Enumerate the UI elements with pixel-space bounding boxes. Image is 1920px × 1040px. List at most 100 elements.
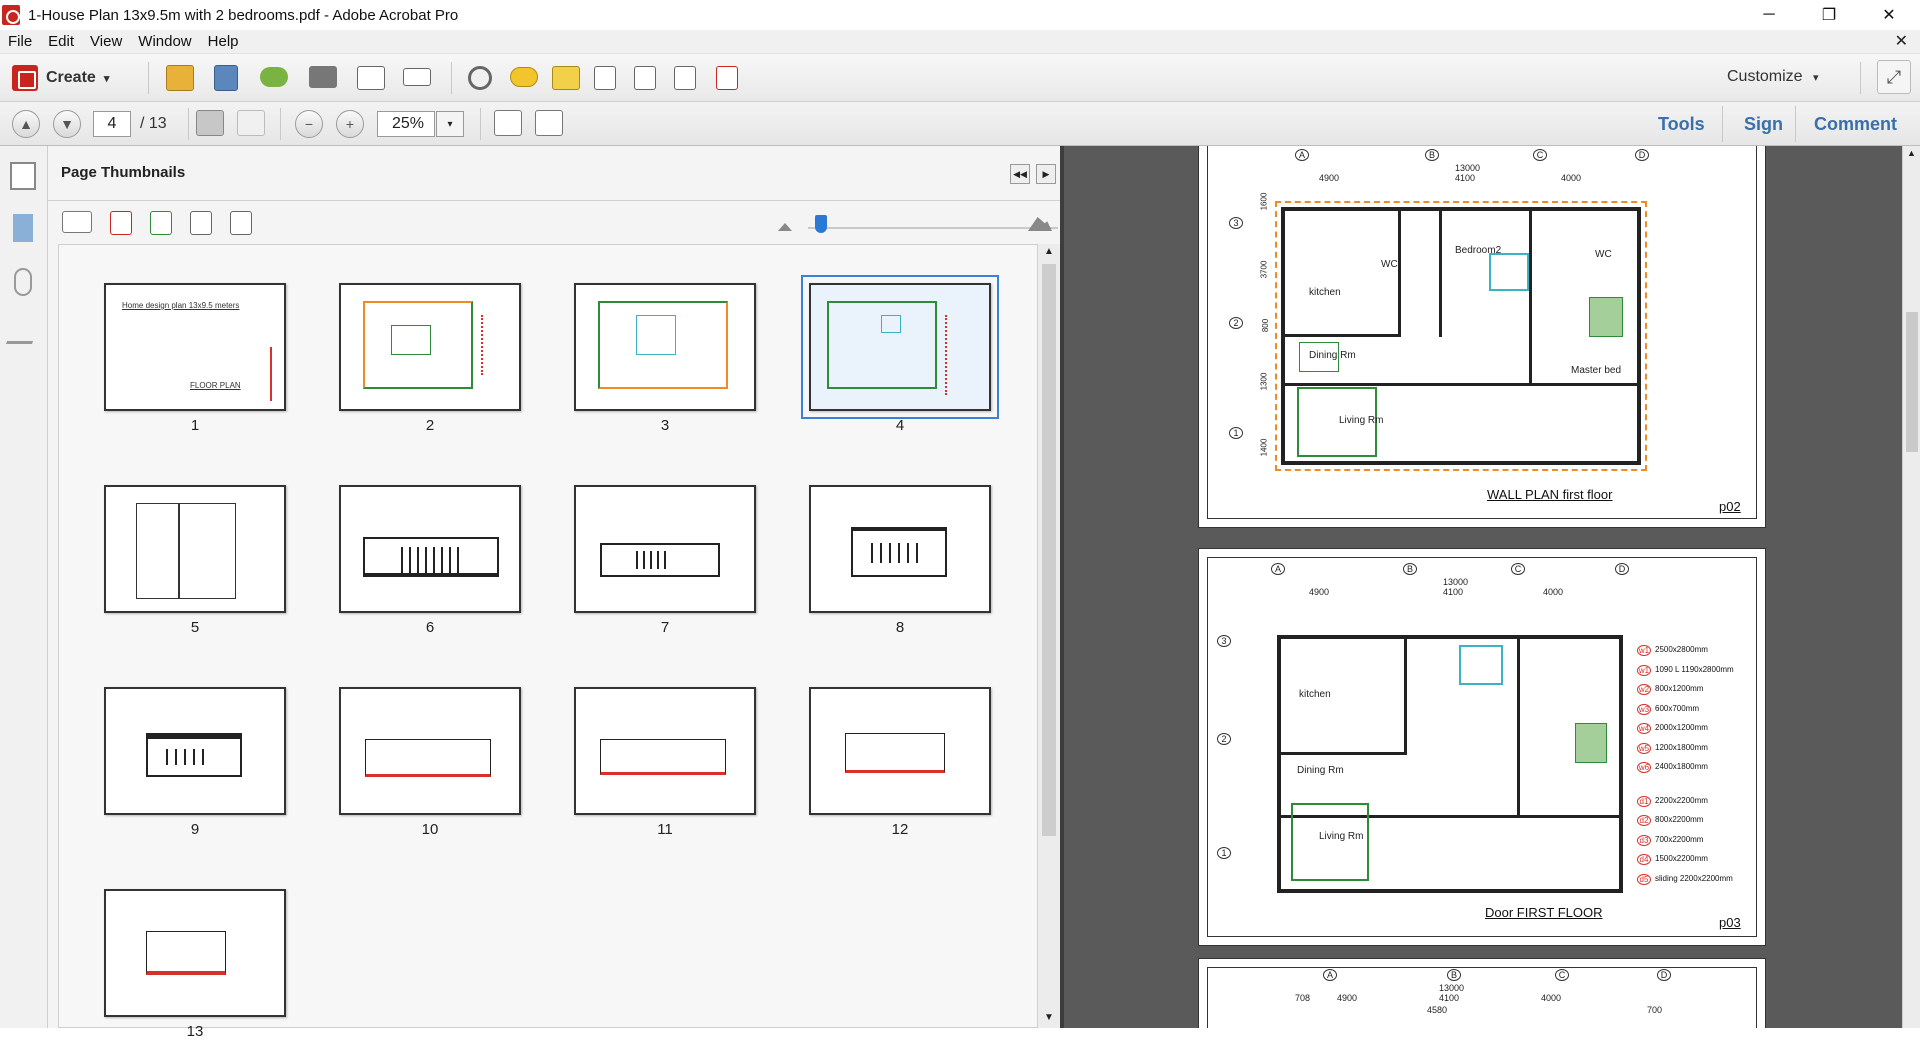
hand-tool-icon[interactable] [237,110,265,136]
thumbnail-size-slider[interactable] [808,227,1058,229]
bookmark-icon[interactable] [13,214,33,242]
zoom-dropdown-button[interactable]: ▾ [436,111,464,137]
highlight-text-icon[interactable] [552,66,580,90]
edit-document-icon[interactable] [357,66,385,90]
panel-splitter[interactable] [1060,146,1064,1028]
scroll-thumb[interactable] [1042,264,1056,836]
customize-button[interactable]: Customize ▾ [1727,68,1819,86]
dimension-label: 800 [1261,318,1271,333]
document-view[interactable]: Bedroom2 kitchen WC WC Dining Rm Master … [1060,146,1902,1028]
thumbnail-page-9[interactable] [104,687,286,815]
grid-marker: D [1657,969,1671,981]
tools-pane-button[interactable]: Tools [1658,114,1705,135]
close-document-button[interactable]: ✕ [1895,31,1908,51]
room-label: kitchen [1309,287,1341,298]
plan-bed [1459,645,1503,685]
collapse-panel-button[interactable]: ◀◀ [1010,164,1030,184]
options-menu-icon[interactable] [62,211,92,233]
thumbnail-page-6[interactable] [339,485,521,613]
legend-code: d3 [1637,834,1651,846]
zoom-level-input[interactable]: 25% [377,111,435,137]
thumbnail-page-13[interactable] [104,889,286,1017]
panel-next-button[interactable]: ▶ [1036,164,1056,184]
full-screen-icon[interactable] [535,110,563,136]
room-label: Master bed [1571,365,1622,376]
scroll-up-arrow[interactable]: ▲ [1907,148,1916,158]
thumbnail-label: 12 [891,821,909,838]
thumbnail-page-1[interactable]: Home design plan 13x9.5 meters FLOOR PLA… [104,283,286,411]
next-page-button[interactable]: ▼ [53,110,81,138]
save-icon[interactable] [214,65,238,91]
thumbnail-label: 6 [425,619,435,636]
small-mountain-icon [778,223,792,231]
menu-edit[interactable]: Edit [40,33,82,50]
grid-marker: B [1403,563,1417,575]
expand-icon[interactable]: ⤢ [1877,60,1911,94]
create-button[interactable]: Create ▾ [12,62,109,94]
page-thumbnails-icon[interactable] [10,162,36,190]
extract-page-icon[interactable] [634,66,656,90]
extract-page-icon[interactable] [230,211,252,235]
slider-handle[interactable] [814,215,827,233]
thumbnail-page-12[interactable] [809,687,991,815]
page-number-label: p02 [1719,499,1741,514]
grid-marker: C [1533,149,1547,161]
menu-file[interactable]: File [0,33,40,50]
thumbnail-page-10[interactable] [339,687,521,815]
zoom-out-button[interactable]: − [295,110,323,138]
thumbnail-page-4[interactable] [801,275,999,419]
thumbnail-page-2[interactable] [339,283,521,411]
scroll-down-arrow[interactable]: ▼ [1044,1012,1054,1023]
attachment-icon[interactable] [14,268,32,296]
rotate-page-icon[interactable] [190,211,212,235]
fit-page-icon[interactable] [494,110,522,136]
thumbnail-label: 10 [421,821,439,838]
zoom-in-button[interactable]: + [336,110,364,138]
delete-page-icon[interactable] [110,211,132,235]
legend-code: w2 [1637,684,1651,695]
open-folder-icon[interactable] [166,65,194,91]
cloud-upload-icon[interactable] [260,67,288,87]
panel-header: Page Thumbnails ◀◀ ▶ [48,146,1060,200]
room-label: Living Rm [1319,831,1364,842]
restore-button[interactable]: ❐ [1800,0,1858,30]
insert-page-icon[interactable] [150,211,172,235]
thumbnail-page-8[interactable] [809,485,991,613]
print-icon[interactable] [309,66,337,88]
gear-icon[interactable] [468,66,492,90]
sign-pane-button[interactable]: Sign [1744,114,1783,135]
close-button[interactable]: ✕ [1860,0,1918,30]
menu-window[interactable]: Window [130,33,199,50]
previous-page-button[interactable]: ▲ [12,110,40,138]
select-cursor-icon[interactable] [196,110,224,136]
legend-entry: 800x2200mm [1655,815,1704,824]
dimension-label: 1400 [1259,438,1269,457]
sign-document-icon[interactable] [716,66,738,90]
thumbnail-page-7[interactable] [574,485,756,613]
minimize-button[interactable]: ─ [1740,0,1798,30]
comment-bubble-icon[interactable] [510,67,538,87]
thumbnail-page-3[interactable] [574,283,756,411]
page-count: / 13 [140,115,167,132]
delete-page-icon[interactable] [594,66,616,90]
scroll-thumb[interactable] [1906,312,1918,452]
signature-icon[interactable] [5,322,41,344]
email-icon[interactable] [403,68,431,86]
legend-entry: 600x700mm [1655,703,1700,713]
thumbnail-grid: Home design plan 13x9.5 meters FLOOR PLA… [58,244,1038,1040]
menu-view[interactable]: View [82,33,130,50]
red-line [270,347,272,401]
insert-page-icon[interactable] [674,66,696,90]
document-scrollbar[interactable]: ▲ [1902,146,1920,1028]
thumbnail-scrollbar[interactable]: ▲ ▼ [1038,244,1060,1028]
mini-roof-ridge [178,503,180,599]
thumbnail-page-11[interactable] [574,687,756,815]
dimension-label: 4100 [1443,587,1464,597]
thumbnail-page-5[interactable] [104,485,286,613]
scroll-up-arrow[interactable]: ▲ [1044,246,1054,257]
comment-pane-button[interactable]: Comment [1814,114,1897,135]
dimension-label: 4100 [1439,993,1460,1003]
menu-help[interactable]: Help [200,33,247,50]
plan-wall [1439,207,1442,337]
page-number-input[interactable]: 4 [93,111,131,137]
